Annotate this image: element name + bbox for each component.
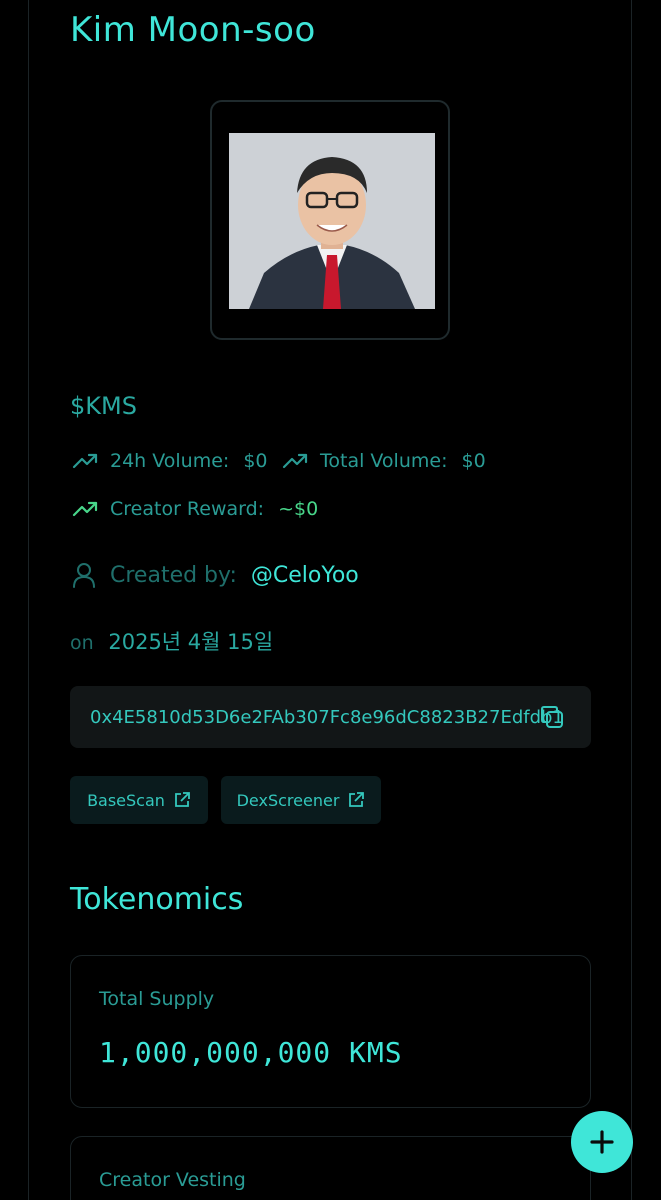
basescan-button[interactable]: BaseScan	[70, 776, 208, 824]
creator-vesting-label: Creator Vesting	[99, 1169, 246, 1191]
creator-vesting-card: Creator Vesting	[70, 1136, 591, 1200]
trending-up-icon	[72, 453, 98, 469]
tokenomics-title: Tokenomics	[70, 882, 244, 917]
created-date: 2025년 4월 15일	[108, 630, 274, 654]
external-link-icon	[175, 792, 190, 807]
stat-24h-volume: 24h Volume: $0	[72, 450, 268, 472]
basescan-label: BaseScan	[87, 790, 165, 810]
on-label: on	[70, 632, 94, 654]
stat-total-volume: Total Volume: $0	[282, 450, 486, 472]
stat-value: $0	[461, 450, 486, 472]
stat-label: Creator Reward:	[110, 498, 265, 520]
token-image	[229, 133, 435, 309]
contract-address: 0x4E5810d53D6e2FAb307Fc8e96dC8823B27Edfd…	[90, 706, 564, 728]
token-name: Kim Moon-soo	[70, 10, 316, 50]
copy-icon[interactable]	[539, 704, 565, 730]
stat-value: $0	[243, 450, 268, 472]
contract-address-box: 0x4E5810d53D6e2FAb307Fc8e96dC8823B27Edfd…	[70, 686, 591, 748]
created-date-row: on 2025년 4월 15일	[70, 626, 273, 656]
dexscreener-button[interactable]: DexScreener	[221, 776, 381, 824]
dexscreener-label: DexScreener	[236, 790, 340, 810]
total-supply-label: Total Supply	[99, 988, 215, 1010]
plus-icon	[590, 1130, 614, 1154]
creator-handle-link[interactable]: @CeloYoo	[251, 563, 359, 588]
total-supply-value: 1,000,000,000 KMS	[99, 1036, 403, 1069]
trending-up-icon	[72, 501, 98, 517]
token-image-frame	[210, 100, 450, 340]
created-by-row: Created by: @CeloYoo	[72, 562, 359, 588]
trending-up-icon	[282, 453, 308, 469]
total-supply-card: Total Supply 1,000,000,000 KMS	[70, 955, 591, 1108]
external-link-icon	[349, 792, 365, 807]
portrait-illustration	[229, 133, 435, 309]
user-icon	[73, 563, 95, 588]
stat-value: ~$0	[278, 498, 319, 520]
stat-label: Total Volume:	[320, 450, 448, 472]
stat-creator-reward: Creator Reward: ~$0	[72, 498, 318, 520]
token-symbol: $KMS	[70, 392, 137, 420]
created-by-label: Created by:	[110, 562, 237, 588]
token-detail-page: Kim Moon-soo $KMS 24h Volume: $0 Total V…	[0, 0, 661, 1200]
stat-label: 24h Volume:	[110, 450, 230, 472]
add-button[interactable]	[571, 1111, 633, 1173]
